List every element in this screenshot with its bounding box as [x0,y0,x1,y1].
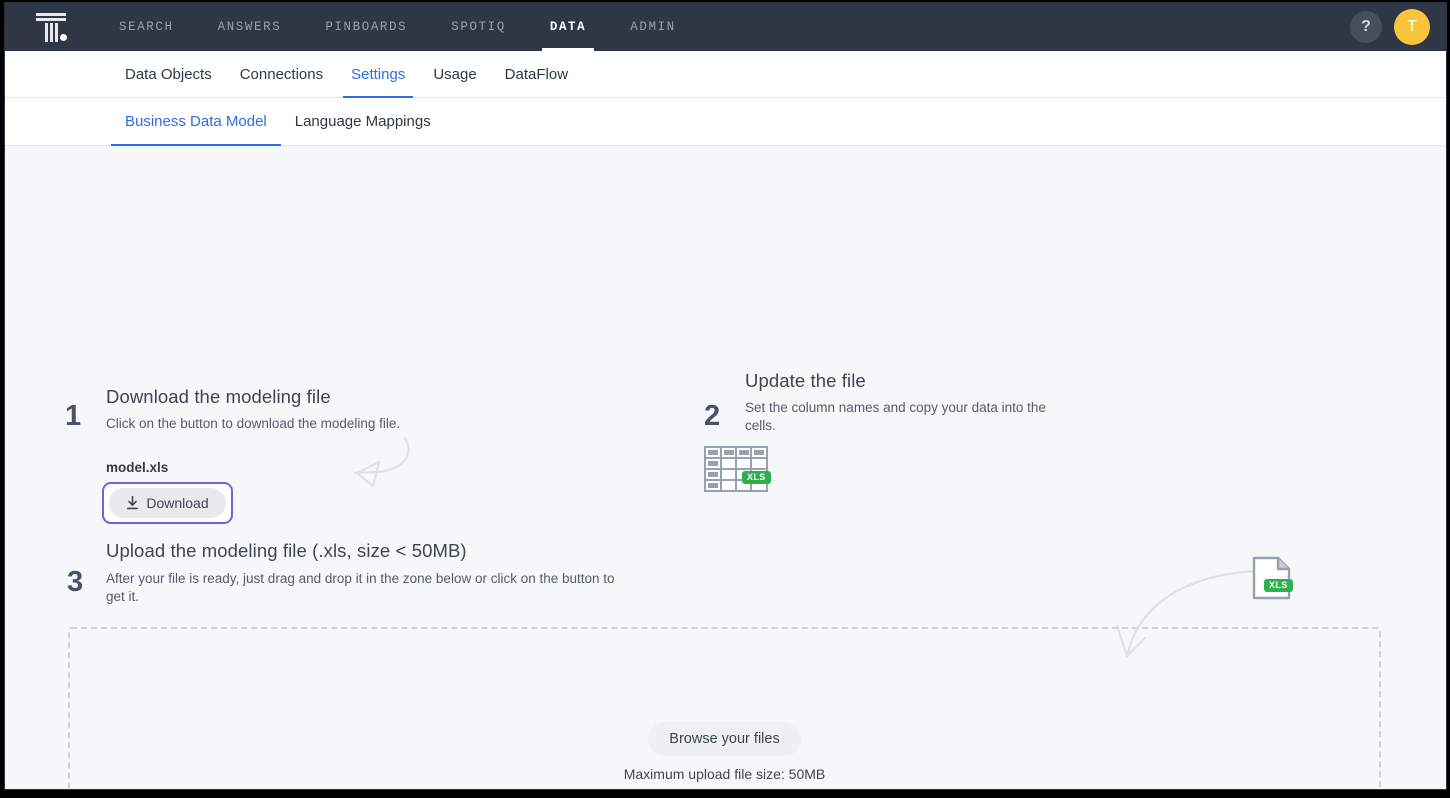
step-1-description: Click on the button to download the mode… [106,415,506,433]
tab-dataflow[interactable]: DataFlow [491,51,582,97]
help-icon[interactable]: ? [1350,11,1382,43]
app-logo[interactable] [5,3,97,51]
secondary-navigation-bar: Data Objects Connections Settings Usage … [5,51,1446,98]
avatar[interactable]: T [1394,9,1430,45]
main-content-area: 1 Download the modeling file Click on th… [5,146,1446,790]
step-3-title: Upload the modeling file (.xls, size < 5… [106,540,467,562]
grid-shape-icon [704,446,772,492]
step-2-number: 2 [704,400,719,433]
tab-business-data-model[interactable]: Business Data Model [111,98,281,145]
step-1-title: Download the modeling file [106,386,331,408]
model-file-name: model.xls [106,460,168,475]
primary-nav-items: SEARCH ANSWERS PINBOARDS SPOTIQ DATA ADM… [97,3,698,51]
file-shape-icon [1252,556,1292,600]
spreadsheet-grid-icon: XLS [704,446,772,492]
nav-item-spotiq[interactable]: SPOTIQ [429,3,528,51]
step-1-number: 1 [65,400,80,433]
tab-language-mappings[interactable]: Language Mappings [281,98,445,145]
top-navigation-bar: SEARCH ANSWERS PINBOARDS SPOTIQ DATA ADM… [5,3,1446,51]
max-upload-size-hint: Maximum upload file size: 50MB [624,766,826,782]
tab-connections[interactable]: Connections [226,51,337,97]
step-2-title: Update the file [745,370,866,392]
download-button-focus-ring[interactable]: Download [102,482,233,524]
xls-file-badge: XLS [1264,579,1293,592]
nav-item-data[interactable]: DATA [528,3,608,51]
curved-arrow-icon [325,436,415,496]
download-icon [126,496,139,510]
nav-item-admin[interactable]: ADMIN [608,3,698,51]
nav-item-answers[interactable]: ANSWERS [196,3,304,51]
tab-usage[interactable]: Usage [419,51,490,97]
xls-badge: XLS [742,471,771,484]
step-2-description: Set the column names and copy your data … [745,399,1057,435]
browse-files-button[interactable]: Browse your files [648,722,800,756]
tab-data-objects[interactable]: Data Objects [111,51,226,97]
step-3-description: After your file is ready, just drag and … [106,570,626,606]
step-3-number: 3 [67,566,82,599]
nav-item-search[interactable]: SEARCH [97,3,196,51]
download-button[interactable]: Download [109,488,226,518]
tertiary-navigation-bar: Business Data Model Language Mappings [5,98,1446,146]
tab-settings[interactable]: Settings [337,51,419,97]
download-button-label: Download [146,495,208,511]
thoughtspot-logo-icon [34,12,68,42]
application-window: SEARCH ANSWERS PINBOARDS SPOTIQ DATA ADM… [4,2,1447,790]
xls-file-icon: XLS [1252,556,1292,600]
file-dropzone[interactable]: Browse your files Maximum upload file si… [68,627,1381,790]
nav-item-pinboards[interactable]: PINBOARDS [303,3,429,51]
top-nav-actions: ? T [1350,3,1446,51]
